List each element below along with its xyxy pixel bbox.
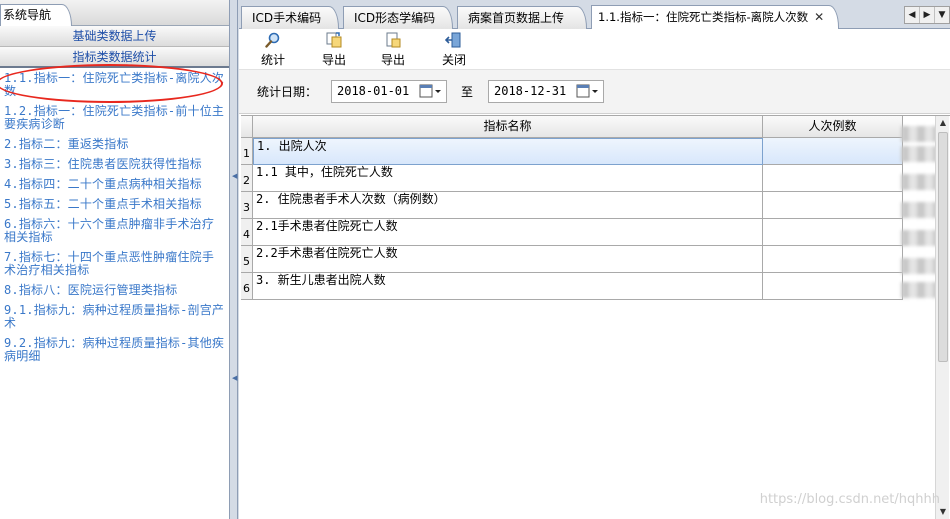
row-number: 4 [241,219,253,246]
nav-item-5[interactable]: 5.指标五：二十个重点手术相关指标 [0,196,229,216]
search-icon [265,32,280,48]
redacted-value [901,174,937,190]
indicator-cell[interactable]: 2.2手术患者住院死亡人数 [253,246,763,273]
nav-item-9-1[interactable]: 9.1.指标九：病种过程质量指标-剖宫产术 [0,302,229,335]
collapse-left-icon[interactable]: ◀ [232,172,237,180]
scroll-down-icon[interactable]: ▼ [936,505,950,519]
tab-icd-surgery-code[interactable]: ICD手术编码 [241,6,339,29]
export-button[interactable]: 导出 [319,32,349,68]
row-number: 2 [241,165,253,192]
tab-menu-icon[interactable]: ▼ [935,7,949,23]
indicator-cell[interactable]: 3. 新生儿患者出院人数 [253,273,763,300]
nav-item-6[interactable]: 6.指标六：十六个重点肿瘤非手术治疗相关指标 [0,216,229,249]
close-button-label: 关闭 [441,53,466,67]
scroll-left-icon[interactable]: ◀ [905,7,920,23]
calendar-dropdown-icon[interactable] [575,83,601,100]
tab-indicator-1-1[interactable]: 1.1.指标一：住院死亡类指标-离院人次数 ✕ [591,5,839,29]
tab-icd-morphology-code[interactable]: ICD形态学编码 [343,6,453,29]
export-csv-icon [386,32,401,48]
count-cell[interactable] [763,192,903,219]
redacted-value [901,126,937,142]
scroll-up-icon[interactable]: ▲ [936,116,950,130]
count-cell[interactable] [763,246,903,273]
tab-bar: ICD手术编码 ICD形态学编码 病案首页数据上传 1.1.指标一：住院死亡类指… [239,0,950,29]
redacted-value [901,258,937,274]
panel-splitter[interactable]: ◀ ◀ [231,0,238,519]
row-number: 1 [241,138,253,165]
redacted-value [901,282,937,298]
tab-label: ICD形态学编码 [354,11,436,25]
count-cell[interactable] [763,138,903,165]
export-button-label: 导出 [321,53,346,67]
filter-bar: 统计日期： 2018-01-01 至 2018-12-31 [239,70,950,114]
table-row[interactable]: 4 2.1手术患者住院死亡人数 [241,219,950,246]
indicator-cell[interactable]: 1.1 其中，住院死亡人数 [253,165,763,192]
group-basic-upload[interactable]: 基础类数据上传 [0,26,229,47]
watermark: https://blog.csdn.net/hqhhh [759,492,940,507]
nav-item-3[interactable]: 3.指标三：住院患者医院获得性指标 [0,156,229,176]
toolbar: 统计 导出 导出CSV 关闭 [239,30,950,82]
stats-button[interactable]: 统计 [258,32,288,68]
tab-medical-record-upload[interactable]: 病案首页数据上传 [457,6,587,29]
row-number: 5 [241,246,253,273]
close-button[interactable]: 关闭 [439,32,469,68]
row-number-header [241,116,253,138]
count-cell[interactable] [763,273,903,300]
table-row[interactable]: 5 2.2手术患者住院死亡人数 [241,246,950,273]
tab-label: 1.1.指标一：住院死亡类指标-离院人次数 [598,10,809,24]
table-row[interactable]: 3 2. 住院患者手术人次数（病例数） [241,192,950,219]
vertical-scrollbar[interactable]: ▲ ▼ [935,116,949,519]
nav-item-2[interactable]: 2.指标二：重返类指标 [0,136,229,156]
nav-item-1-2[interactable]: 1.2.指标一：住院死亡类指标-前十位主要疾病诊断 [0,103,229,136]
calendar-dropdown-icon[interactable] [418,83,444,100]
redacted-value [901,146,937,162]
count-cell[interactable] [763,219,903,246]
tab-label: 病案首页数据上传 [468,11,565,25]
start-date-picker[interactable]: 2018-01-01 [331,80,447,103]
tab-label: ICD手术编码 [252,11,322,25]
navigation-panel: 系统导航 基础类数据上传 指标类数据统计 1.1.指标一：住院死亡类指标-离院人… [0,0,230,519]
column-header-count[interactable]: 人次例数 [763,116,903,138]
end-date-picker[interactable]: 2018-12-31 [488,80,604,103]
redacted-value [901,202,937,218]
main-panel: ICD手术编码 ICD形态学编码 病案首页数据上传 1.1.指标一：住院死亡类指… [239,0,950,519]
data-grid: 指标名称 人次例数 1 1. 出院人次 2 1.1 其中，住院死亡人数 3 2.… [241,115,950,519]
collapse-left-icon-lower[interactable]: ◀ [232,374,237,382]
redacted-value [901,230,937,246]
table-row[interactable]: 6 3. 新生儿患者出院人数 [241,273,950,300]
close-icon[interactable]: ✕ [814,10,824,24]
export-icon [326,32,342,48]
row-number: 3 [241,192,253,219]
scrollbar-thumb[interactable] [938,132,948,362]
nav-header: 系统导航 [0,0,229,26]
nav-item-9-2[interactable]: 9.2.指标九：病种过程质量指标-其他疾病明细 [0,335,229,368]
nav-item-list: 1.1.指标一：住院死亡类指标-离院人次数 1.2.指标一：住院死亡类指标-前十… [0,68,229,368]
exit-door-icon [445,32,461,48]
tab-scroll-buttons: ◀ ▶ ▼ [904,6,950,24]
count-cell[interactable] [763,165,903,192]
scroll-right-icon[interactable]: ▶ [920,7,935,23]
row-number: 6 [241,273,253,300]
nav-item-8[interactable]: 8.指标八：医院运行管理类指标 [0,282,229,302]
indicator-cell[interactable]: 1. 出院人次 [253,138,763,165]
nav-item-7[interactable]: 7.指标七：十四个重点恶性肿瘤住院手术治疗相关指标 [0,249,229,282]
indicator-cell[interactable]: 2. 住院患者手术人次数（病例数） [253,192,763,219]
date-label: 统计日期： [257,85,318,99]
start-date-value: 2018-01-01 [337,84,410,98]
stats-button-label: 统计 [260,53,285,67]
nav-item-4[interactable]: 4.指标四：二十个重点病种相关指标 [0,176,229,196]
group-indicator-stats[interactable]: 指标类数据统计 [0,47,229,68]
nav-title: 系统导航 [0,4,72,26]
indicator-cell[interactable]: 2.1手术患者住院死亡人数 [253,219,763,246]
nav-item-1-1[interactable]: 1.1.指标一：住院死亡类指标-离院人次数 [0,70,229,103]
end-date-value: 2018-12-31 [494,84,567,98]
table-row[interactable]: 1 1. 出院人次 [241,138,950,165]
to-label: 至 [461,85,474,99]
export-csv-button[interactable]: 导出CSV [370,32,416,82]
table-row[interactable]: 2 1.1 其中，住院死亡人数 [241,165,950,192]
column-header-indicator[interactable]: 指标名称 [253,116,763,138]
